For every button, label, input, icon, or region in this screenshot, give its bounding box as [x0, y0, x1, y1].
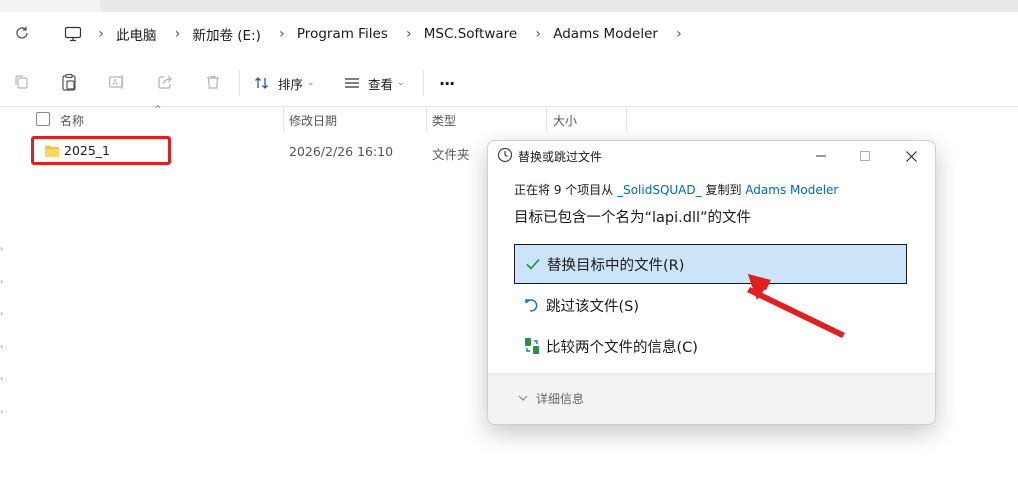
dialog-body: 正在将 9 个项目从 _SolidSQUAD_ 复制到 Adams Modele… — [514, 181, 914, 227]
view-label: 查看 — [368, 76, 394, 92]
chevron-down-icon: ⌄ — [397, 78, 405, 88]
expand-arrow-icon[interactable]: › — [0, 407, 8, 440]
checkmark-icon — [521, 258, 545, 270]
more-options-button[interactable]: ··· — [439, 72, 455, 94]
paste-icon[interactable] — [59, 72, 79, 92]
chevron-right-icon[interactable]: › — [398, 26, 420, 42]
replace-option-label: 替换目标中的文件(R) — [547, 257, 685, 274]
dialog-titlebar[interactable]: 替换或跳过文件 — [488, 141, 935, 171]
nav-pane-edge: › › › › › › — [0, 244, 8, 439]
skip-option-label: 跳过该文件(S) — [546, 298, 640, 315]
source-folder-link[interactable]: _SolidSQUAD_ — [617, 183, 702, 197]
breadcrumb-drive-e[interactable]: 新加卷 (E:) — [189, 24, 271, 44]
toolbar-divider — [239, 70, 240, 96]
chevron-down-icon: ⌄ — [307, 78, 315, 88]
replace-or-skip-dialog: 替换或跳过文件 正在将 9 个项目从 _SolidSQUAD_ 复制到 Adam… — [487, 140, 936, 425]
column-divider[interactable] — [546, 106, 547, 132]
select-all-checkbox[interactable] — [36, 112, 50, 126]
window-top-strip — [0, 0, 1018, 12]
command-bar: A 排序 ⌄ 查看 ⌄ ··· — [0, 60, 1018, 107]
clock-icon — [497, 147, 513, 167]
share-icon[interactable] — [155, 72, 175, 92]
maximize-button[interactable] — [845, 144, 885, 168]
conflict-heading: 目标已包含一个名为“lapi.dll”的文件 — [514, 210, 752, 226]
chevron-right-icon[interactable]: › — [271, 26, 293, 42]
expand-arrow-icon[interactable]: › — [0, 309, 8, 342]
replace-option[interactable]: 替换目标中的文件(R) — [514, 244, 907, 284]
this-pc-icon[interactable] — [56, 26, 90, 42]
destination-folder-link[interactable]: Adams Modeler — [745, 183, 838, 197]
minimize-button[interactable] — [801, 144, 841, 168]
column-header-row: ^ 名称 修改日期 类型 大小 — [0, 105, 630, 132]
highlight-box — [31, 136, 171, 165]
breadcrumb-this-pc[interactable]: 此电脑 — [112, 24, 167, 44]
compare-icon — [520, 337, 544, 355]
toolbar-divider — [423, 70, 424, 96]
copy-status-text: 正在将 9 个项目从 _SolidSQUAD_ 复制到 Adams Modele… — [514, 181, 914, 198]
chevron-down-icon — [518, 393, 528, 404]
more-details-toggle[interactable]: 详细信息 — [518, 390, 584, 407]
refresh-icon[interactable] — [13, 25, 31, 43]
column-divider[interactable] — [283, 106, 284, 132]
file-date: 2026/2/26 16:10 — [289, 144, 394, 159]
close-button[interactable] — [891, 144, 931, 168]
compare-option-label: 比较两个文件的信息(C) — [546, 339, 698, 356]
column-name[interactable]: 名称 — [60, 112, 84, 129]
breadcrumb-adams-modeler[interactable]: Adams Modeler — [549, 26, 668, 42]
view-button[interactable]: 查看 ⌄ — [344, 72, 405, 94]
sort-button[interactable]: 排序 ⌄ — [254, 72, 315, 94]
dialog-title: 替换或跳过文件 — [518, 150, 603, 164]
status-mid: 复制到 — [701, 183, 746, 197]
status-prefix: 正在将 9 个项目从 — [514, 183, 618, 197]
chevron-right-icon[interactable]: › — [167, 26, 189, 42]
breadcrumb-msc-software[interactable]: MSC.Software — [420, 26, 527, 42]
delete-icon[interactable] — [203, 72, 223, 92]
sort-label: 排序 — [278, 76, 304, 92]
chevron-right-icon[interactable]: › — [668, 26, 690, 42]
view-icon — [344, 77, 360, 89]
sort-icon — [254, 76, 270, 90]
sort-ascending-icon: ^ — [154, 105, 162, 115]
tab-bar — [100, 0, 1018, 12]
dialog-footer: 详细信息 — [488, 373, 935, 424]
address-bar: › 此电脑 › 新加卷 (E:) › Program Files › MSC.S… — [0, 12, 1018, 56]
skip-option[interactable]: 跳过该文件(S) — [514, 285, 907, 325]
breadcrumb: › 此电脑 › 新加卷 (E:) › Program Files › MSC.S… — [56, 16, 690, 52]
breadcrumb-program-files[interactable]: Program Files — [293, 26, 398, 42]
column-divider[interactable] — [626, 106, 627, 132]
column-type[interactable]: 类型 — [432, 112, 456, 129]
column-size[interactable]: 大小 — [553, 112, 577, 129]
rename-icon[interactable]: A — [107, 72, 127, 92]
expand-arrow-icon[interactable]: › — [0, 244, 8, 277]
more-details-label: 详细信息 — [536, 392, 585, 406]
expand-arrow-icon[interactable]: › — [0, 277, 8, 310]
chevron-right-icon[interactable]: › — [527, 26, 549, 42]
column-date[interactable]: 修改日期 — [289, 112, 337, 129]
chevron-right-icon[interactable]: › — [90, 26, 112, 42]
svg-text:A: A — [112, 78, 118, 87]
expand-arrow-icon[interactable]: › — [0, 374, 8, 407]
compare-option[interactable]: 比较两个文件的信息(C) — [514, 326, 907, 366]
column-divider[interactable] — [426, 106, 427, 132]
copy-icon[interactable] — [11, 72, 31, 92]
file-type: 文件夹 — [432, 147, 470, 162]
expand-arrow-icon[interactable]: › — [0, 342, 8, 375]
undo-arrow-icon — [520, 297, 544, 313]
